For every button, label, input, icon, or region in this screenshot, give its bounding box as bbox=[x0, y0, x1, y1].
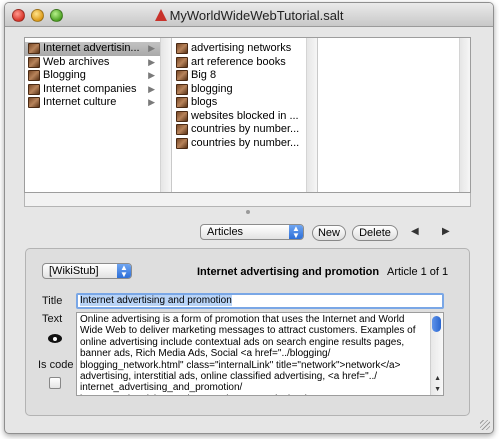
scroll-thumb[interactable] bbox=[432, 316, 441, 332]
select-updown-icon: ▲ ▼ bbox=[117, 264, 131, 279]
item-row[interactable]: art reference books bbox=[173, 56, 317, 70]
browser-column-empty bbox=[319, 38, 470, 192]
eye-preview-icon[interactable] bbox=[48, 334, 62, 343]
book-icon bbox=[176, 43, 188, 54]
split-view-handle[interactable] bbox=[246, 210, 250, 214]
disclosure-arrow-icon: ▶ bbox=[148, 83, 155, 94]
app-window: MyWorldWideWebTutorial.salt Internet adv… bbox=[4, 2, 494, 434]
book-icon bbox=[176, 56, 188, 68]
disclosure-arrow-icon: ▶ bbox=[148, 43, 155, 53]
category-label: Blogging bbox=[43, 69, 86, 81]
disclosure-arrow-icon: ▶ bbox=[148, 70, 155, 80]
category-row[interactable]: Web archives ▶ bbox=[25, 56, 171, 70]
item-row[interactable]: Big 8 bbox=[173, 69, 317, 83]
template-select[interactable]: [WikiStub] ▲ ▼ bbox=[42, 263, 132, 279]
article-editor-panel: [WikiStub] ▲ ▼ Internet advertising and p… bbox=[25, 248, 470, 416]
next-article-icon[interactable]: ▶ bbox=[442, 226, 450, 237]
disclosure-arrow-icon: ▶ bbox=[148, 97, 155, 107]
text-label: Text bbox=[42, 313, 63, 325]
text-field-content: Online advertising is a form of promotio… bbox=[80, 314, 416, 395]
book-icon bbox=[28, 56, 40, 68]
title-field-value: Internet advertising and promotion bbox=[80, 295, 232, 306]
disclosure-arrow-icon: ▶ bbox=[148, 56, 155, 67]
category-label: Internet companies bbox=[43, 82, 137, 95]
category-label: Internet advertisin... bbox=[43, 42, 140, 54]
window-title: MyWorldWideWebTutorial.salt bbox=[169, 8, 344, 23]
scroll-down-icon[interactable]: ▼ bbox=[434, 386, 441, 393]
title-field[interactable]: Internet advertising and promotion bbox=[76, 293, 444, 309]
item-label: advertising networks bbox=[191, 42, 292, 54]
is-code-label: Is code bbox=[38, 359, 74, 371]
item-label: countries by number... bbox=[191, 123, 300, 135]
text-field-scrollbar[interactable]: ▲ ▼ bbox=[430, 313, 443, 395]
scroll-up-icon[interactable]: ▲ bbox=[434, 375, 441, 382]
item-label: Big 8 bbox=[191, 69, 217, 81]
text-field[interactable]: Online advertising is a form of promotio… bbox=[76, 312, 444, 396]
article-type-value: Articles bbox=[207, 226, 244, 238]
item-label: countries by number... bbox=[191, 136, 300, 149]
article-counter: Article 1 of 1 bbox=[387, 266, 449, 278]
category-row[interactable]: Internet culture ▶ bbox=[25, 96, 171, 110]
column3-scrollbar[interactable] bbox=[459, 38, 470, 192]
item-label: art reference books bbox=[191, 55, 286, 68]
column2-scrollbar[interactable] bbox=[306, 38, 317, 192]
book-icon bbox=[176, 110, 188, 122]
select-updown-icon: ▲ ▼ bbox=[289, 225, 303, 240]
book-icon bbox=[176, 70, 188, 81]
item-row[interactable]: countries by number... bbox=[173, 137, 317, 151]
item-row[interactable]: blogging bbox=[173, 83, 317, 97]
item-label: blogging bbox=[191, 82, 233, 95]
article-heading: Internet advertising and promotion bbox=[197, 266, 380, 278]
item-label: websites blocked in ... bbox=[191, 109, 299, 122]
category-row[interactable]: Blogging ▶ bbox=[25, 69, 171, 83]
column1-scrollbar[interactable] bbox=[160, 38, 171, 192]
browser-column-categories: Internet advertisin... ▶ Web archives ▶ Blog… bbox=[25, 38, 172, 192]
title-label: Title bbox=[42, 295, 63, 307]
book-icon bbox=[176, 137, 188, 149]
new-button[interactable]: New bbox=[312, 225, 346, 241]
item-row[interactable]: websites blocked in ... bbox=[173, 110, 317, 124]
item-row[interactable]: advertising networks bbox=[173, 42, 317, 56]
resize-grip-icon[interactable] bbox=[480, 420, 490, 430]
category-label: Internet culture bbox=[43, 96, 117, 108]
item-row[interactable]: countries by number... bbox=[173, 123, 317, 137]
browser-horizontal-scrollbar[interactable] bbox=[24, 193, 471, 207]
browser-column-items: advertising networks art reference books B… bbox=[173, 38, 318, 192]
item-label: blogs bbox=[191, 96, 218, 108]
column-browser: Internet advertisin... ▶ Web archives ▶ Blog… bbox=[24, 37, 471, 193]
previous-article-icon[interactable]: ◀ bbox=[411, 226, 419, 237]
title-bar: MyWorldWideWebTutorial.salt bbox=[5, 3, 493, 27]
delete-button[interactable]: Delete bbox=[352, 225, 398, 241]
category-row[interactable]: Internet companies ▶ bbox=[25, 83, 171, 97]
category-label: Web archives bbox=[43, 55, 110, 68]
item-row[interactable]: blogs bbox=[173, 96, 317, 110]
category-row[interactable]: Internet advertisin... ▶ bbox=[25, 42, 171, 56]
document-icon bbox=[154, 9, 167, 21]
book-icon bbox=[176, 83, 188, 95]
book-icon bbox=[176, 124, 188, 135]
template-value: [WikiStub] bbox=[49, 265, 99, 277]
book-icon bbox=[28, 70, 40, 81]
article-type-select[interactable]: Articles ▲ ▼ bbox=[200, 224, 304, 240]
window-title-wrap: MyWorldWideWebTutorial.salt bbox=[5, 8, 493, 23]
book-icon bbox=[176, 97, 188, 108]
book-icon bbox=[28, 83, 40, 95]
is-code-checkbox[interactable] bbox=[49, 377, 61, 389]
book-icon bbox=[28, 97, 40, 108]
book-icon bbox=[28, 43, 40, 54]
